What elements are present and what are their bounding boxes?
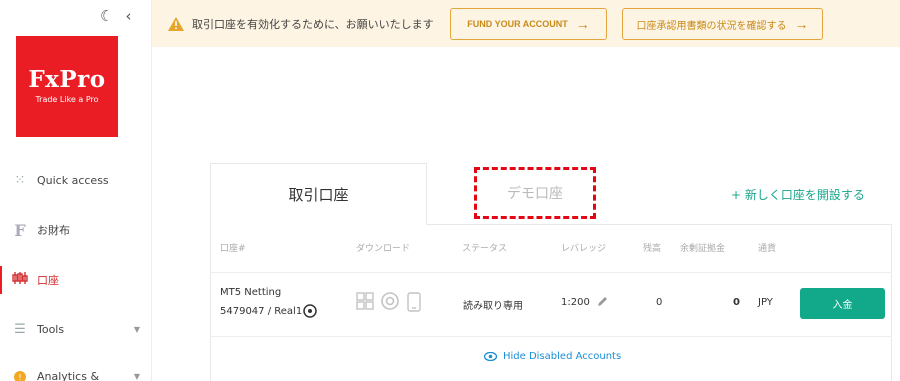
account-switch-icon[interactable] [302, 303, 318, 322]
edit-pencil-icon[interactable] [597, 295, 609, 310]
sidebar-item-analytics[interactable]: ! Analytics & ▼ [12, 364, 142, 381]
tab-demo-accounts[interactable]: デモ口座 [474, 167, 596, 219]
sidebar-item-label: Analytics & [37, 369, 100, 381]
arrow-right-icon: → [575, 16, 590, 32]
sidebar-item-tools[interactable]: ☰ Tools ▼ [12, 317, 142, 341]
header-balance: 残高 [643, 244, 662, 254]
account-number: 5479047 / Real1 [220, 306, 303, 317]
account-balance: 0 [656, 297, 663, 308]
tab-divider [427, 224, 892, 225]
moon-icon[interactable]: ☾ [100, 8, 113, 24]
sidebar-item-label: 口座 [37, 274, 59, 287]
sidebar-item-accounts[interactable]: 口座 [12, 268, 142, 292]
eye-icon [484, 352, 497, 361]
header-currency: 通貨 [758, 244, 777, 254]
mobile-download-icon[interactable] [407, 292, 421, 316]
fxpro-logo[interactable]: FxPro Trade Like a Pro [16, 36, 118, 137]
sidebar-item-label: Quick access [37, 173, 109, 187]
account-leverage: 1:200 [561, 297, 590, 308]
sidebar-item-label: Tools [37, 322, 65, 336]
header-leverage: レバレッジ [561, 244, 607, 254]
tab-live-accounts[interactable]: 取引口座 [210, 163, 427, 225]
account-free-margin: 0 [733, 297, 740, 308]
banner-message: 取引口座を有効化するために、お願いいたします [192, 17, 434, 31]
candlestick-icon [12, 272, 28, 288]
hide-disabled-accounts-link[interactable]: Hide Disabled Accounts [484, 351, 621, 362]
warning-icon [168, 16, 184, 31]
chevron-down-icon: ▼ [133, 371, 140, 381]
logo-name: FxPro [28, 66, 106, 93]
wallet-f-icon: F [14, 220, 26, 240]
collapse-chevron-icon[interactable]: ‹ [125, 8, 131, 24]
verify-documents-button[interactable]: 口座承認用書類の状況を確認する → [622, 8, 823, 40]
analytics-icon: ! [12, 369, 28, 381]
sidebar: ☾ ‹ FxPro Trade Like a Pro ⁙ Quick acces… [0, 0, 152, 381]
tab-live-label: 取引口座 [288, 186, 349, 204]
arrow-right-icon: → [794, 16, 809, 32]
sidebar-item-label: お財布 [37, 224, 70, 237]
header-download: ダウンロード [356, 244, 411, 254]
header-account: 口座# [220, 244, 246, 254]
verify-documents-label: 口座承認用書類の状況を確認する [636, 20, 787, 32]
sidebar-top-controls: ☾ ‹ [100, 8, 131, 24]
account-status: 読み取り専用 [463, 301, 523, 312]
chevron-down-icon: ▼ [133, 324, 140, 334]
fund-account-label: FUND YOUR ACCOUNT [467, 19, 568, 29]
tab-demo-label: デモ口座 [507, 186, 563, 202]
header-free-margin: 余剰証拠金 [680, 244, 726, 254]
deposit-button[interactable]: 入金 [800, 288, 885, 319]
table-footer-divider [211, 336, 891, 337]
sliders-icon: ☰ [14, 321, 26, 337]
active-indicator [0, 266, 2, 294]
sidebar-item-quick-access[interactable]: ⁙ Quick access [12, 168, 142, 192]
logo-tagline: Trade Like a Pro [35, 95, 99, 104]
sidebar-item-wallet[interactable]: F お財布 [12, 218, 142, 242]
fund-account-button[interactable]: FUND YOUR ACCOUNT → [450, 8, 607, 40]
table-divider [211, 272, 891, 273]
windows-download-icon[interactable] [356, 292, 374, 314]
account-platform: MT5 Netting [220, 287, 282, 298]
grid-icon: ⁙ [14, 172, 26, 188]
browser-download-icon[interactable] [381, 292, 399, 314]
open-new-account-link[interactable]: + 新しく口座を開設する [731, 186, 865, 203]
header-status: ステータス [462, 244, 508, 254]
account-currency: JPY [758, 297, 773, 308]
hide-disabled-accounts-label: Hide Disabled Accounts [503, 351, 622, 362]
